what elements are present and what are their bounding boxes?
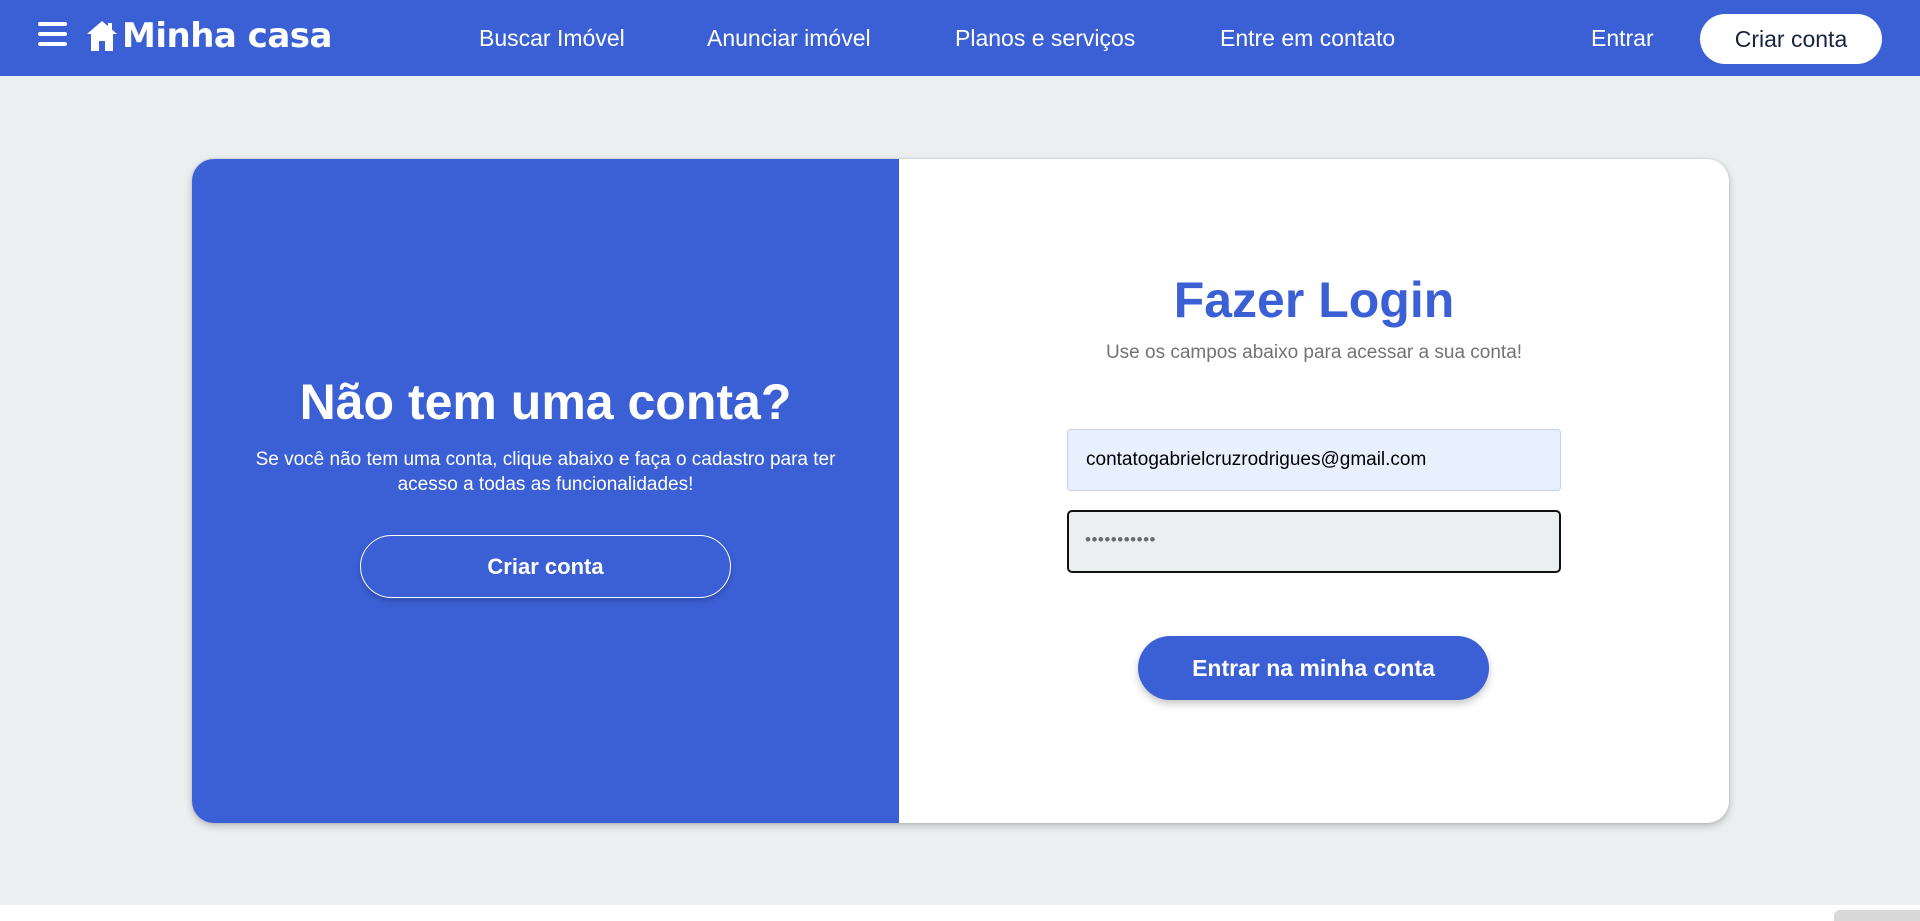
login-panel: Fazer Login Use os campos abaixo para ac… (899, 159, 1729, 823)
page-footer-strip (0, 905, 1920, 921)
nav-planos-servicos[interactable]: Planos e serviços (955, 25, 1135, 52)
scrollbar-corner[interactable] (1834, 910, 1920, 921)
signup-button[interactable]: Criar conta (360, 535, 731, 598)
login-title: Fazer Login (1173, 272, 1455, 328)
house-icon (87, 21, 117, 51)
email-field[interactable] (1067, 429, 1561, 491)
top-navbar: Minha casa Buscar Imóvel Anunciar imóvel… (0, 0, 1920, 76)
signup-panel: Não tem uma conta? Se você não tem uma c… (192, 159, 899, 823)
signup-button-header[interactable]: Criar conta (1700, 14, 1882, 64)
site-logo[interactable]: Minha casa (86, 16, 332, 56)
login-link[interactable]: Entrar (1591, 25, 1654, 52)
nav-entre-em-contato[interactable]: Entre em contato (1220, 25, 1395, 52)
login-submit-button[interactable]: Entrar na minha conta (1138, 636, 1489, 700)
hamburger-menu-icon[interactable] (38, 22, 69, 48)
password-field[interactable] (1067, 510, 1561, 573)
signup-panel-title: Não tem uma conta? (299, 374, 792, 430)
nav-buscar-imovel[interactable]: Buscar Imóvel (479, 25, 625, 52)
signup-panel-description: Se você não tem uma conta, clique abaixo… (255, 449, 836, 495)
login-subtitle: Use os campos abaixo para acessar a sua … (1105, 342, 1523, 363)
logo-text: Minha casa (122, 16, 332, 56)
login-card: Não tem uma conta? Se você não tem uma c… (192, 159, 1729, 823)
nav-anunciar-imovel[interactable]: Anunciar imóvel (707, 25, 871, 52)
